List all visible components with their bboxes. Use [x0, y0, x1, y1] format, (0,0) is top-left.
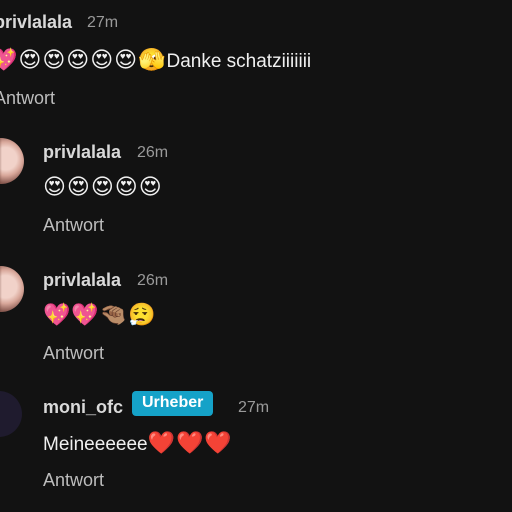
comment-item: privlalala 26m 💖💖🤏🏽😮‍💨 Antwort [0, 258, 512, 378]
comment-message: Danke schatziiiiiii [166, 51, 312, 72]
comment-time: 27m [238, 399, 270, 416]
comment-username[interactable]: privlalala [43, 142, 121, 163]
comment-time: 27m [87, 14, 119, 31]
reply-button[interactable]: Antwort [43, 215, 104, 236]
avatar[interactable] [0, 138, 24, 184]
reply-button[interactable]: Antwort [43, 343, 104, 364]
comment-username[interactable]: moni_ofc [43, 397, 123, 418]
comment-text: 😍😍😍😍😍 [43, 174, 163, 200]
comment-time: 26m [137, 144, 169, 161]
comment-item: privlalala 27m 💖😍😍😍😍😍🫣Danke schatziiiiii… [0, 0, 512, 120]
comment-text: 💖😍😍😍😍😍🫣Danke schatziiiiiii [0, 47, 311, 73]
comment-text: 💖💖🤏🏽😮‍💨 [43, 302, 157, 328]
comment-item: moni_ofc Urheber 27m Meineeeeee❤️❤️❤️ An… [0, 385, 512, 512]
emoji-sequence: ❤️❤️❤️ [147, 430, 233, 455]
emoji-sequence: 💖💖🤏🏽😮‍💨 [43, 302, 157, 327]
comment-text: Meineeeeee❤️❤️❤️ [43, 430, 233, 456]
reply-button[interactable]: Antwort [0, 88, 55, 109]
comment-time: 26m [137, 272, 169, 289]
emoji-sequence: 💖😍😍😍😍😍🫣 [0, 47, 167, 72]
emoji-sequence: 😍😍😍😍😍 [43, 174, 163, 199]
creator-badge: Urheber [132, 391, 214, 416]
comment-message: Meineeeeee [43, 434, 148, 455]
comment-username[interactable]: privlalala [43, 270, 121, 291]
avatar[interactable] [0, 266, 24, 312]
reply-button[interactable]: Antwort [43, 470, 104, 491]
comment-username[interactable]: privlalala [0, 12, 72, 33]
comment-item: privlalala 26m 😍😍😍😍😍 Antwort [0, 130, 512, 250]
avatar[interactable] [0, 391, 22, 437]
